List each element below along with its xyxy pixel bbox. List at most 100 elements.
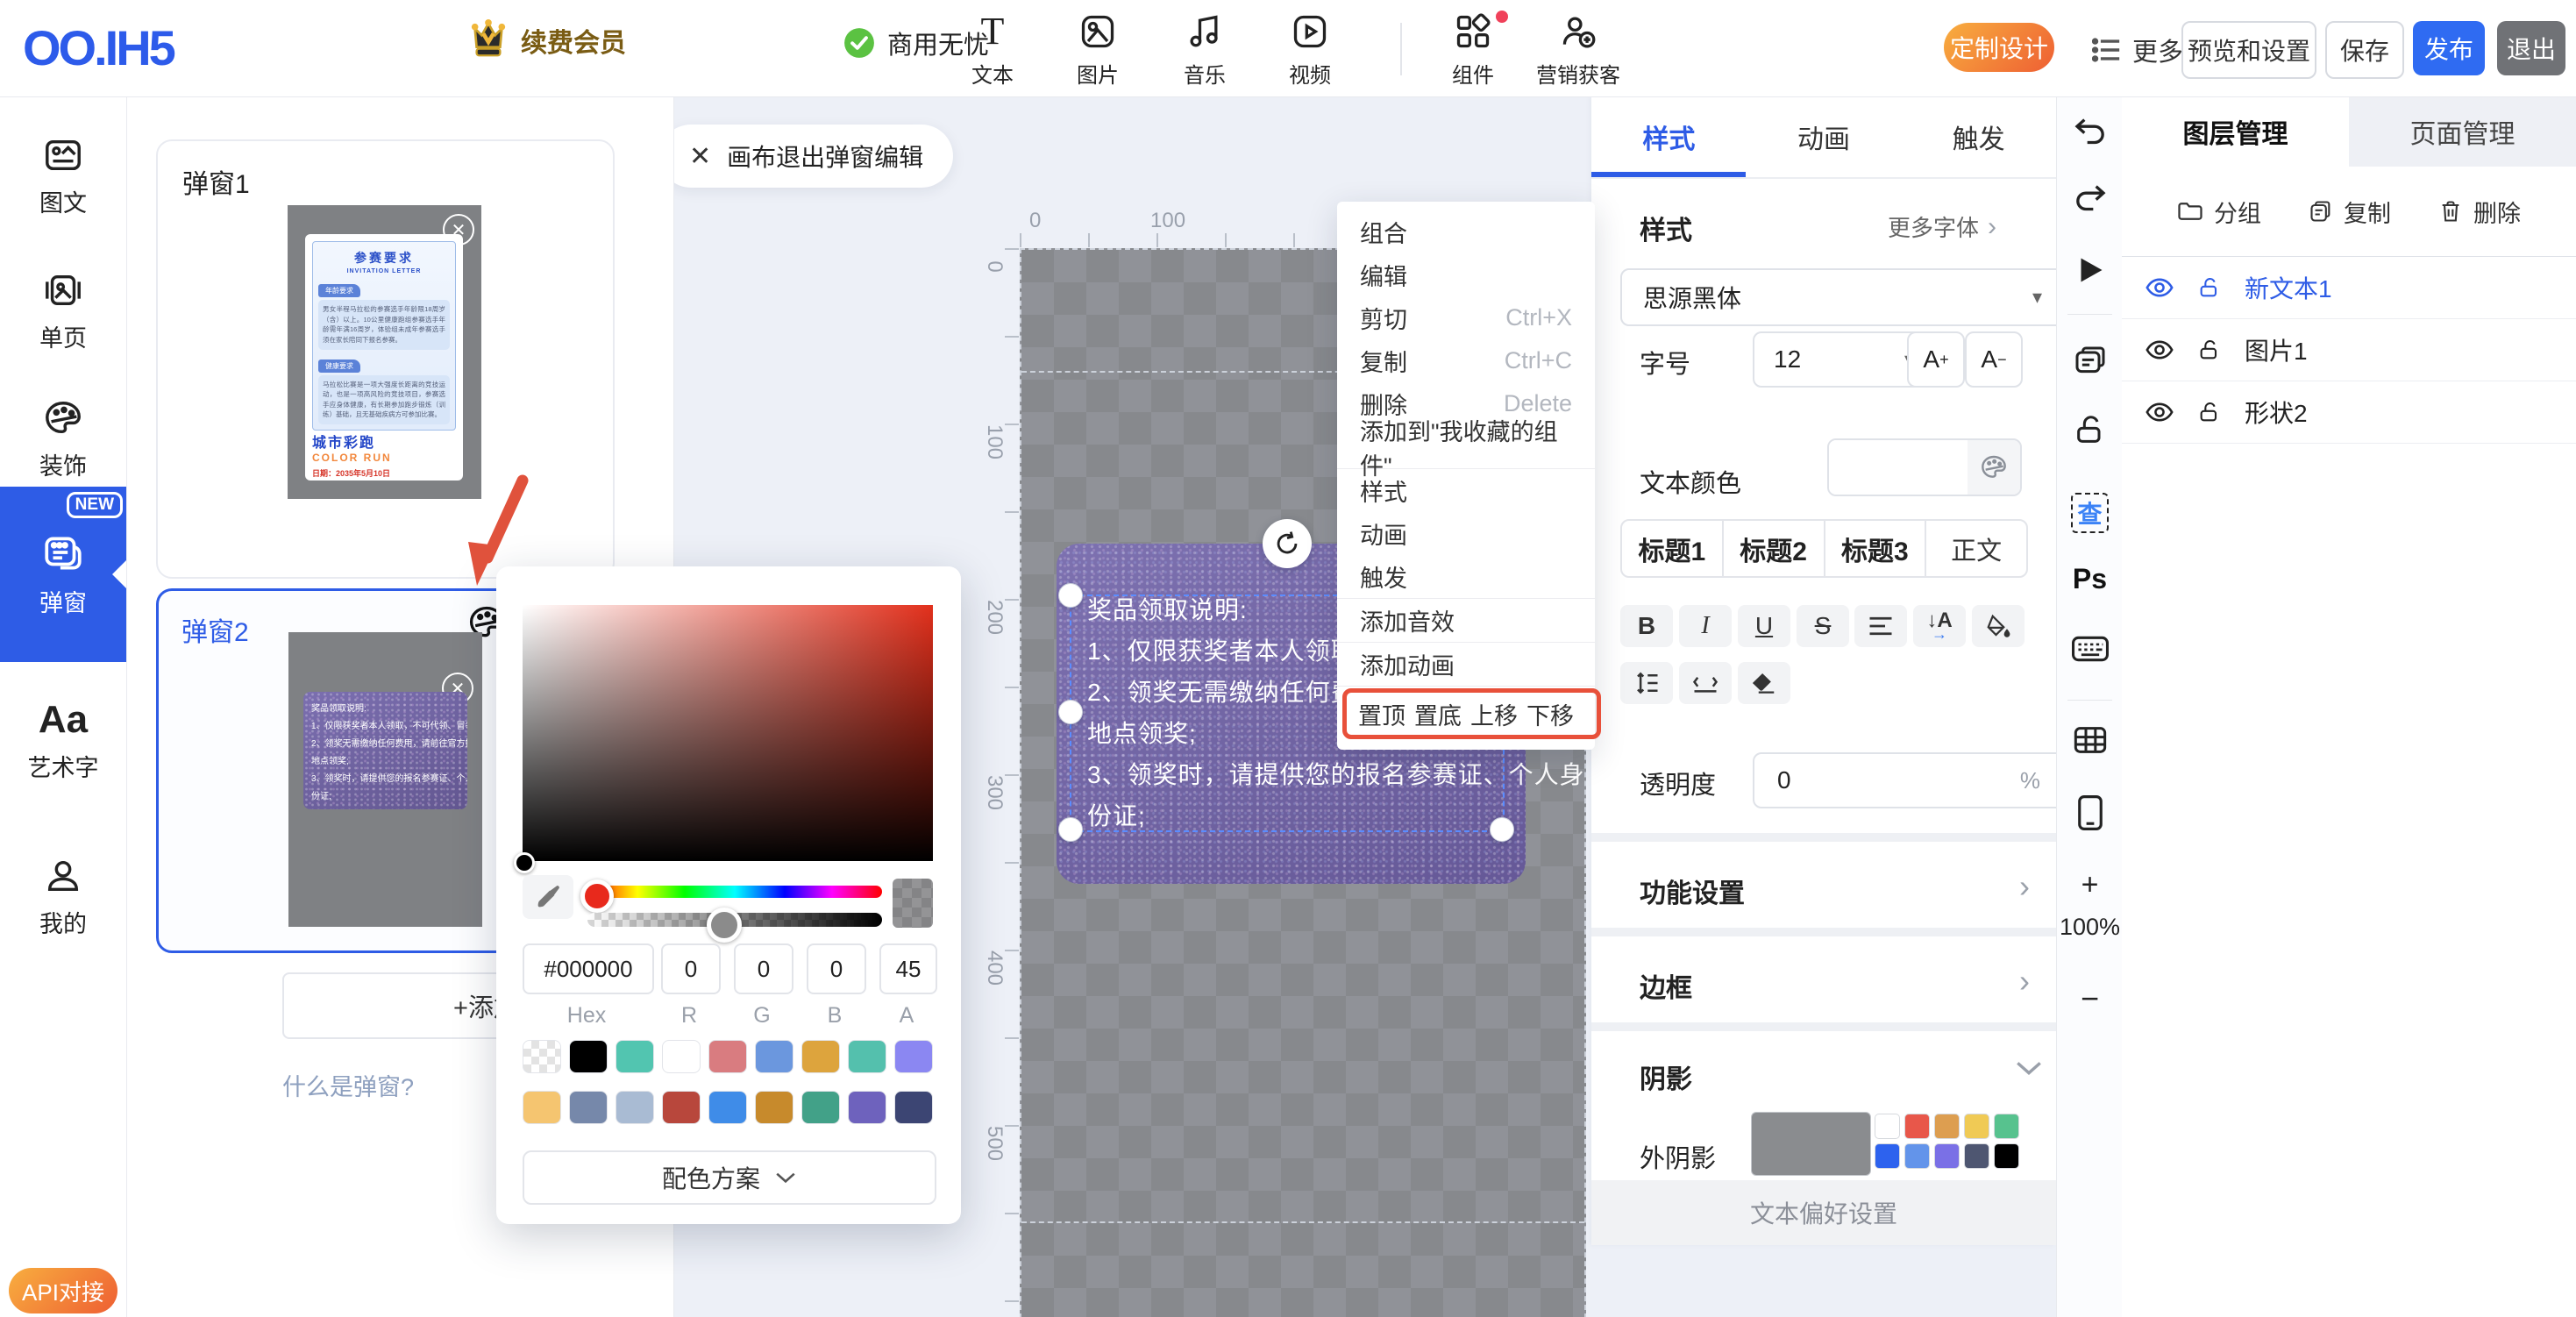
palette-icon[interactable] — [1968, 440, 2020, 495]
hex-input[interactable]: #000000 — [523, 943, 654, 994]
tool-text[interactable]: T 文本 — [940, 12, 1045, 89]
exit-popup-edit-button[interactable]: ✕ 画布退出弹窗编辑 — [659, 125, 953, 188]
preview-settings-button[interactable]: 预览和设置 — [2181, 21, 2316, 79]
shadow-swatch[interactable] — [1934, 1114, 1960, 1139]
grid-button[interactable] — [2057, 724, 2123, 756]
fill-bucket-button[interactable] — [1972, 605, 2025, 647]
api-button[interactable]: API对接 — [9, 1268, 117, 1313]
more-button[interactable]: 更多 — [2092, 32, 2183, 68]
menu-item-copy[interactable]: 复制Ctrl+C — [1337, 339, 1595, 382]
opacity-input[interactable]: 0 % — [1753, 752, 2065, 808]
g-input[interactable]: 0 — [734, 943, 793, 994]
eye-icon[interactable] — [2145, 276, 2174, 299]
shadow-swatch[interactable] — [1904, 1114, 1930, 1139]
publish-button[interactable]: 发布 — [2413, 21, 2485, 75]
tool-components[interactable]: 组件 — [1420, 12, 1526, 89]
swatch[interactable] — [801, 1040, 840, 1073]
chevron-down-icon[interactable] — [2014, 1057, 2044, 1079]
b-input[interactable]: 0 — [807, 943, 866, 994]
swatch[interactable] — [662, 1091, 701, 1124]
strikethrough-button[interactable]: S — [1797, 605, 1849, 647]
resize-handle-sw[interactable] — [1058, 817, 1083, 842]
duplicate-button[interactable]: 复制 — [2309, 195, 2391, 229]
tool-music[interactable]: 音乐 — [1152, 12, 1257, 89]
letter-spacing-button[interactable] — [1679, 662, 1732, 704]
chevron-right-icon[interactable]: › — [2019, 868, 2030, 905]
eye-icon[interactable] — [2145, 338, 2174, 361]
redo-button[interactable] — [2057, 181, 2123, 216]
layer-row-image1[interactable]: 图片1 — [2122, 319, 2576, 381]
shadow-swatch[interactable] — [1934, 1143, 1960, 1169]
layer-row-shape2[interactable]: 形状2 — [2122, 381, 2576, 444]
resize-handle-w[interactable] — [1058, 700, 1083, 724]
font-family-select[interactable]: 思源黑体▾ — [1620, 268, 2065, 326]
delete-button[interactable]: 删除 — [2438, 195, 2521, 229]
italic-button[interactable]: I — [1679, 605, 1732, 647]
rotate-handle[interactable] — [1263, 519, 1312, 568]
shadow-swatch[interactable] — [1994, 1143, 2019, 1169]
find-replace-button[interactable]: 查 — [2057, 493, 2123, 533]
bring-to-front[interactable]: 置顶 — [1358, 697, 1405, 731]
font-size-decrease-button[interactable]: A− — [1965, 331, 2023, 388]
layer-row-text1[interactable]: 新文本1 — [2122, 257, 2576, 319]
swatch[interactable] — [569, 1091, 608, 1124]
tool-marketing[interactable]: 营销获客 — [1526, 12, 1631, 89]
bold-button[interactable]: B — [1620, 605, 1673, 647]
exit-button[interactable]: 退出 — [2497, 21, 2565, 75]
swatch[interactable] — [848, 1040, 886, 1073]
popup1-card[interactable]: 弹窗1 ✕ 参赛要求 INVITATION LETTER 年龄要求 男女半程马拉… — [156, 139, 615, 579]
eyedropper-button[interactable] — [523, 875, 573, 919]
mobile-preview-button[interactable] — [2057, 794, 2123, 831]
save-button[interactable]: 保存 — [2325, 21, 2404, 79]
copy-page-button[interactable] — [2057, 344, 2123, 379]
undo-button[interactable] — [2057, 114, 2123, 149]
tab-trigger[interactable]: 触发 — [1901, 96, 2056, 177]
swatch[interactable] — [523, 1091, 561, 1124]
text-direction-button[interactable]: ↓A→ — [1913, 605, 1966, 647]
what-is-popup-link[interactable]: 什么是弹窗? — [282, 1068, 414, 1102]
tab-page-management[interactable]: 页面管理 — [2349, 96, 2576, 167]
alpha-handle[interactable] — [707, 908, 742, 943]
body-text-button[interactable]: 正文 — [1926, 521, 2026, 576]
swatch[interactable] — [755, 1040, 793, 1073]
shadow-swatch[interactable] — [1875, 1114, 1900, 1139]
tab-animation[interactable]: 动画 — [1747, 96, 1902, 177]
shadow-section[interactable]: 阴影 — [1640, 1057, 1692, 1096]
renew-membership-button[interactable]: 续费会员 — [468, 18, 626, 63]
custom-design-button[interactable]: 定制设计 — [1944, 23, 2054, 72]
menu-item-group[interactable]: 组合 — [1337, 210, 1595, 253]
menu-item-add-favorite[interactable]: 添加到"我收藏的组件" — [1337, 425, 1595, 468]
swatch[interactable] — [616, 1040, 654, 1073]
sidebar-item-art-text[interactable]: Aa 艺术字 — [0, 700, 126, 783]
move-up[interactable]: 上移 — [1470, 697, 1518, 731]
photoshop-button[interactable]: Ps — [2057, 563, 2123, 595]
swatch[interactable] — [616, 1091, 654, 1124]
sidebar-item-decoration[interactable]: 装饰 — [0, 398, 126, 481]
swatch[interactable] — [569, 1040, 608, 1073]
unlock-icon[interactable] — [2197, 275, 2222, 300]
menu-item-add-sound[interactable]: 添加音效 — [1337, 599, 1595, 642]
zoom-in-button[interactable]: + — [2057, 868, 2123, 902]
more-fonts-link[interactable]: 更多字体› — [1888, 210, 1996, 243]
unlock-icon[interactable] — [2197, 400, 2222, 424]
swatch[interactable] — [894, 1040, 933, 1073]
swatch[interactable] — [894, 1091, 933, 1124]
gradient-handle[interactable] — [514, 852, 535, 873]
zoom-out-button[interactable]: − — [2057, 980, 2123, 1017]
swatch[interactable] — [848, 1091, 886, 1124]
shadow-swatch[interactable] — [1994, 1114, 2019, 1139]
menu-item-trigger[interactable]: 触发 — [1337, 555, 1595, 598]
heading2-button[interactable]: 标题2 — [1724, 521, 1825, 576]
swatch-transparent[interactable] — [523, 1040, 561, 1073]
heading3-button[interactable]: 标题3 — [1825, 521, 1927, 576]
tool-image[interactable]: 图片 — [1045, 12, 1150, 89]
underline-button[interactable]: U — [1738, 605, 1790, 647]
border-section[interactable]: 边框 — [1640, 966, 1692, 1005]
resize-handle-nw[interactable] — [1058, 583, 1083, 608]
tab-style[interactable]: 样式 — [1591, 96, 1747, 177]
logo[interactable]: OO.IH5 — [23, 19, 174, 76]
tool-video[interactable]: 视频 — [1257, 12, 1363, 89]
sidebar-item-graphic[interactable]: 图文 — [0, 135, 126, 218]
tab-layer-management[interactable]: 图层管理 — [2122, 96, 2349, 167]
send-to-back[interactable]: 置底 — [1414, 697, 1462, 731]
